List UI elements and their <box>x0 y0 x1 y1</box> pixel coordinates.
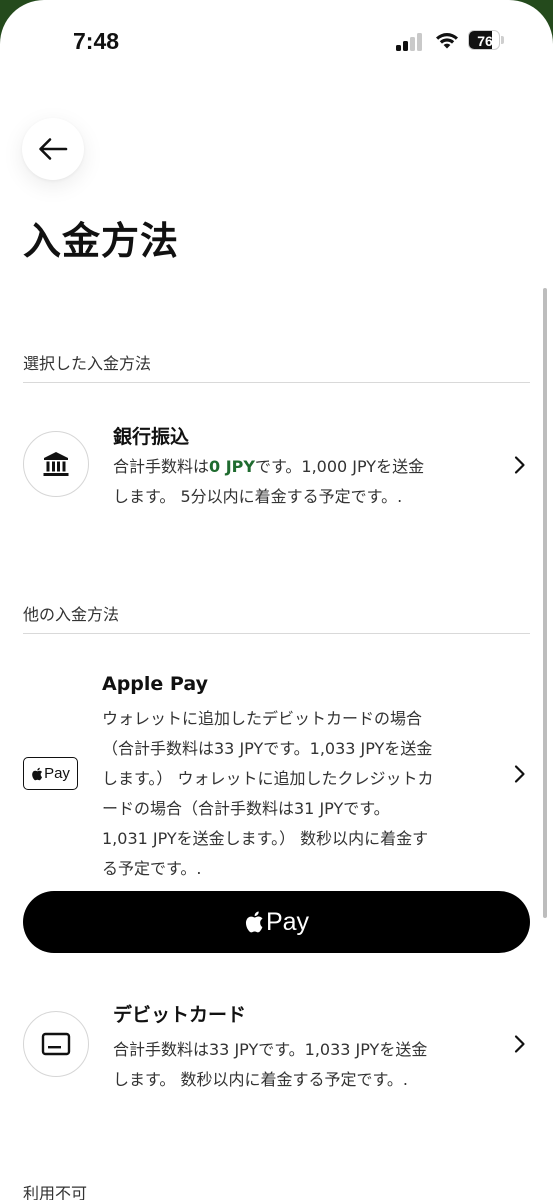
method-title: デビットカード <box>113 1004 247 1026</box>
battery-percent: 76 <box>477 33 493 49</box>
apple-pay-badge: Pay <box>23 757 78 790</box>
cellular-signal-icon <box>396 31 426 51</box>
status-time: 7:48 <box>73 28 120 54</box>
battery-icon: 76 <box>468 30 504 50</box>
fee-prefix: 合計手数料は <box>113 457 210 476</box>
method-title: Apple Pay <box>102 673 208 695</box>
scrollbar[interactable] <box>543 288 547 918</box>
bank-icon <box>43 452 69 476</box>
section-label-unavailable: 利用不可 <box>23 1184 88 1200</box>
method-title: 銀行振込 <box>113 426 190 448</box>
desc-line: ードの場合（合計手数料は31 JPYです。 <box>102 799 390 818</box>
desc-line: （合計手数料は33 JPYです。1,033 JPYを送金 <box>102 739 433 758</box>
apple-pay-button-label: Pay <box>265 907 310 936</box>
screen: 7:48 76 入金方法 選択した入金方法 銀行振込 合計手数料は0 JPYです… <box>0 0 553 1200</box>
desc-line: します。） ウォレットに追加したクレジットカ <box>102 769 434 788</box>
apple-pay-button[interactable]: Pay <box>23 891 530 953</box>
desc-line: します。 数秒以内に着金する予定です。. <box>113 1070 408 1089</box>
arrow-left-icon <box>39 138 68 160</box>
section-label-selected: 選択した入金方法 <box>23 354 152 373</box>
method-description: ウォレットに追加したデビットカードの場合 （合計手数料は33 JPYです。1,0… <box>102 704 502 884</box>
chevron-right-icon <box>514 765 525 783</box>
chevron-right-icon <box>514 456 525 474</box>
divider <box>23 633 530 634</box>
fee-amount: 0 JPY <box>209 457 255 476</box>
page-title: 入金方法 <box>23 219 180 263</box>
apple-logo-icon <box>245 911 263 933</box>
desc-line: ウォレットに追加したデビットカードの場合 <box>102 709 423 728</box>
method-description: 合計手数料は33 JPYです。1,033 JPYを送金 します。 数秒以内に着金… <box>113 1035 488 1095</box>
section-label-other: 他の入金方法 <box>23 605 120 624</box>
method-description: 合計手数料は0 JPYです。1,000 JPYを送金 します。 5分以内に着金す… <box>113 452 488 512</box>
divider <box>23 382 530 383</box>
wifi-icon <box>436 33 458 49</box>
apple-pay-badge-label: Pay <box>44 765 70 782</box>
desc-line: 合計手数料は33 JPYです。1,033 JPYを送金 <box>113 1040 428 1059</box>
desc-line: る予定です。. <box>102 859 202 878</box>
apple-logo-icon <box>32 767 43 780</box>
bank-icon-circle <box>23 431 89 497</box>
desc-line: 1,031 JPYを送金します。） 数秒以内に着金す <box>102 829 429 848</box>
desc-line: します。 5分以内に着金する予定です。. <box>113 487 403 506</box>
card-icon <box>41 1032 71 1056</box>
card-icon-circle <box>23 1011 89 1077</box>
back-button[interactable] <box>22 118 84 180</box>
chevron-right-icon <box>514 1035 525 1053</box>
fee-suffix: です。1,000 JPYを送金 <box>254 457 425 476</box>
